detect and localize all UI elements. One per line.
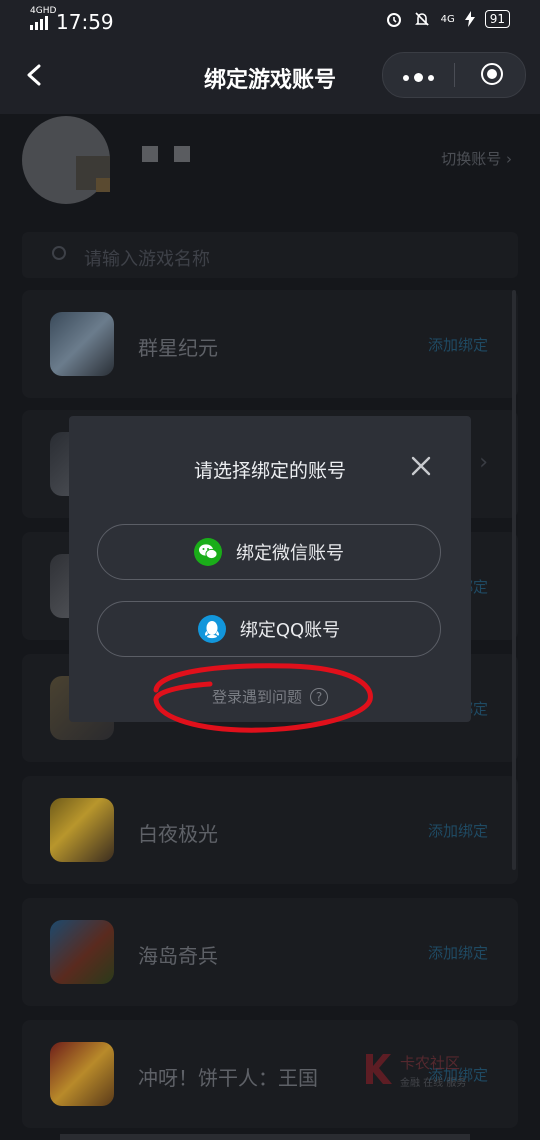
search-icon [52, 246, 66, 260]
game-card[interactable]: 白夜极光 添加绑定 [22, 776, 518, 884]
bind-qq-button[interactable]: 绑定QQ账号 [97, 601, 441, 657]
mute-icon [414, 12, 429, 26]
switch-account-label: 切换账号 [441, 150, 502, 168]
watermark: 卡农社区 金融 在线 服务 [362, 1050, 502, 1090]
more-icon[interactable] [403, 73, 434, 82]
add-bind-link[interactable]: 添加绑定 [428, 942, 488, 963]
search-bar[interactable]: 请输入游戏名称 [22, 232, 518, 278]
signal-icon [30, 14, 48, 30]
login-help-link[interactable]: 登录遇到问题 ? [69, 686, 471, 707]
add-bind-link[interactable]: 添加绑定 [428, 820, 488, 841]
wechat-button-label: 绑定微信账号 [236, 543, 344, 564]
nav-bar: 绑定游戏账号 [0, 42, 540, 114]
status-bar: 4GHD 17:59 4G 91 [0, 0, 540, 42]
wechat-icon [194, 538, 222, 566]
status-right: 4G 91 [385, 10, 510, 28]
question-icon: ? [310, 687, 328, 706]
capsule-divider [454, 63, 455, 87]
bind-wechat-button[interactable]: 绑定微信账号 [97, 524, 441, 580]
qq-icon [197, 615, 226, 643]
game-card[interactable]: 群星纪元 添加绑定 [22, 290, 518, 398]
watermark-logo-icon [366, 1054, 392, 1084]
clock: 17:59 [56, 10, 114, 34]
qq-button-label: 绑定QQ账号 [239, 620, 341, 641]
chevron-right-icon: › [479, 450, 488, 475]
game-name: 冲呀！饼干人：王国 [138, 1066, 318, 1090]
mini-program-capsule [382, 52, 526, 98]
switch-account-link[interactable]: 切换账号 › [441, 148, 512, 169]
game-name: 海岛奇兵 [138, 944, 218, 968]
bind-account-dialog: 请选择绑定的账号 绑定微信账号 绑定QQ账号 登录遇到问题 ? [69, 416, 471, 722]
login-help-label: 登录遇到问题 [211, 688, 302, 706]
scrollbar[interactable] [512, 290, 516, 870]
avatar-overlay-detail [96, 178, 110, 192]
charging-icon [464, 11, 475, 27]
nickname-mosaic [142, 146, 190, 162]
close-icon[interactable] [411, 456, 431, 476]
alarm-icon [386, 13, 401, 27]
game-name: 白夜极光 [138, 822, 218, 846]
watermark-subtext: 金融 在线 服务 [400, 1078, 467, 1089]
game-icon-cookie [50, 1042, 114, 1106]
game-card[interactable]: 海岛奇兵 添加绑定 [22, 898, 518, 1006]
search-input[interactable]: 请输入游戏名称 [84, 245, 210, 271]
network-right: 4G [440, 13, 455, 25]
game-icon-haidao [50, 920, 114, 984]
add-bind-link[interactable]: 添加绑定 [428, 334, 488, 355]
bottom-edge [60, 1134, 470, 1140]
status-left: 17:59 [30, 10, 114, 34]
close-mini-program-icon[interactable] [481, 63, 503, 85]
battery-indicator: 91 [484, 10, 510, 28]
game-name: 群星纪元 [138, 336, 218, 360]
game-icon-baiye [50, 798, 114, 862]
watermark-text: 卡农社区 [400, 1054, 461, 1072]
game-icon-xingqun [50, 312, 114, 376]
